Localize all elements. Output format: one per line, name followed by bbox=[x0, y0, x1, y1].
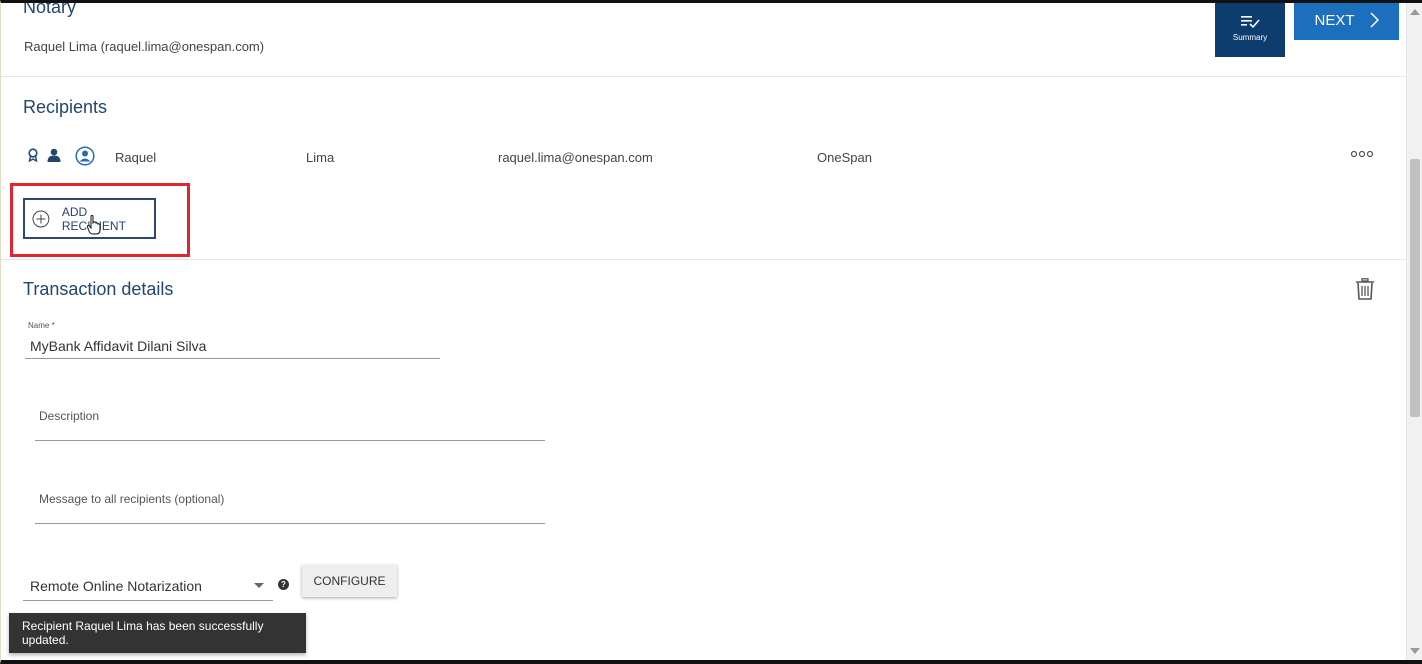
caret-down-icon[interactable] bbox=[254, 583, 264, 588]
name-field-label: Name * bbox=[28, 321, 55, 330]
description-input[interactable]: Description bbox=[39, 409, 99, 423]
summary-label: Summary bbox=[1232, 32, 1268, 42]
scroll-up-icon[interactable] bbox=[1410, 9, 1420, 15]
summary-button[interactable]: Summary bbox=[1215, 3, 1285, 57]
message-input[interactable]: Message to all recipients (optional) bbox=[39, 492, 224, 506]
recipients-section-title: Recipients bbox=[23, 97, 108, 117]
toast-message: Recipient Raquel Lima has been successfu… bbox=[22, 619, 264, 647]
section-divider bbox=[1, 259, 1406, 260]
page-content: Notary Raquel Lima (raquel.lima@onespan.… bbox=[1, 3, 1406, 660]
notarization-select-underline bbox=[23, 600, 273, 601]
help-icon[interactable]: ? bbox=[278, 579, 289, 590]
plus-circle-icon bbox=[32, 210, 50, 227]
next-button[interactable]: NEXT bbox=[1294, 3, 1399, 40]
recipient-company: OneSpan bbox=[817, 150, 872, 165]
recipient-row: Raquel Lima raquel.lima@onespan.com OneS… bbox=[1, 144, 1406, 172]
name-input-underline bbox=[25, 358, 440, 359]
name-input[interactable]: MyBank Affidavit Dilani Silva bbox=[30, 338, 206, 354]
hand-cursor-icon bbox=[87, 215, 101, 235]
notarization-type-select[interactable]: Remote Online Notarization bbox=[30, 578, 202, 594]
message-input-underline bbox=[35, 523, 545, 524]
section-divider bbox=[1, 76, 1406, 77]
checklist-icon bbox=[1241, 15, 1260, 28]
user-circle-icon[interactable] bbox=[75, 146, 95, 166]
recipient-last-name: Lima bbox=[306, 150, 335, 165]
recipient-first-name: Raquel bbox=[115, 150, 157, 165]
recipient-email: raquel.lima@onespan.com bbox=[498, 150, 653, 165]
scroll-thumb[interactable] bbox=[1410, 159, 1420, 417]
toast-notification: Recipient Raquel Lima has been successfu… bbox=[9, 613, 306, 653]
person-icon bbox=[46, 148, 62, 162]
vertical-scrollbar[interactable] bbox=[1406, 3, 1422, 660]
more-options-icon[interactable] bbox=[1350, 150, 1374, 161]
chevron-right-icon bbox=[1369, 12, 1379, 28]
notary-section-title: Notary bbox=[23, 3, 77, 17]
trash-icon[interactable] bbox=[1355, 278, 1375, 305]
description-input-underline bbox=[35, 440, 545, 441]
configure-button[interactable]: CONFIGURE bbox=[302, 565, 397, 597]
scroll-down-icon[interactable] bbox=[1410, 648, 1420, 654]
notary-user: Raquel Lima (raquel.lima@onespan.com) bbox=[24, 39, 265, 54]
add-recipient-label: ADD RECIPIENT bbox=[61, 204, 126, 233]
next-label: NEXT bbox=[1314, 11, 1355, 29]
transaction-section-title: Transaction details bbox=[23, 279, 174, 299]
award-icon bbox=[27, 148, 39, 162]
